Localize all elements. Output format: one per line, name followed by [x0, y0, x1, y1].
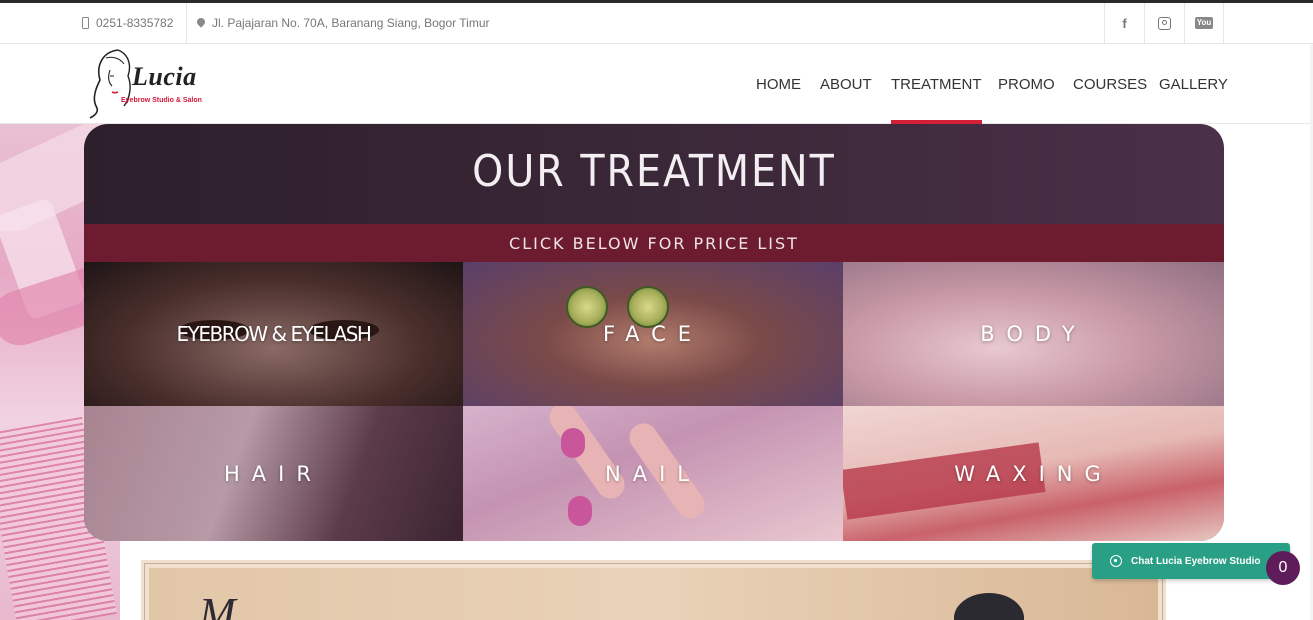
- logo-tagline: Eyebrow Studio & Salon: [121, 97, 202, 104]
- tile-waxing[interactable]: WAXING: [843, 406, 1224, 541]
- address-contact[interactable]: Jl. Pajajaran No. 70A, Baranang Siang, B…: [195, 3, 490, 43]
- instagram-icon: [1158, 16, 1171, 30]
- promo-script-text: M: [199, 589, 236, 620]
- tile-label: WAXING: [954, 461, 1113, 486]
- tile-label: BODY: [980, 322, 1087, 346]
- tile-hair[interactable]: HAIR: [84, 406, 463, 541]
- tile-body[interactable]: BODY: [843, 262, 1224, 406]
- tile-nail[interactable]: NAIL: [463, 406, 843, 541]
- site-header: Lucia Eyebrow Studio & Salon HOME ABOUT …: [0, 44, 1313, 124]
- facebook-icon: f: [1122, 15, 1127, 31]
- facebook-link[interactable]: f: [1104, 3, 1144, 43]
- treatment-panel: OUR TREATMENT CLICK BELOW FOR PRICE LIST…: [84, 124, 1224, 541]
- chat-notification-badge[interactable]: 0: [1266, 551, 1300, 585]
- promo-model-image: [954, 593, 1024, 620]
- nav-about[interactable]: ABOUT: [820, 44, 872, 124]
- whatsapp-icon: [1110, 555, 1122, 567]
- youtube-icon: You: [1194, 17, 1214, 29]
- phone-contact[interactable]: 0251-8335782: [82, 3, 187, 43]
- phone-number: 0251-8335782: [96, 16, 174, 30]
- nav-promo[interactable]: PROMO: [998, 44, 1055, 124]
- tile-label: FACE: [602, 322, 704, 346]
- chat-label: Chat Lucia Eyebrow Studio: [1131, 555, 1261, 567]
- youtube-link[interactable]: You: [1184, 3, 1224, 43]
- promo-banner[interactable]: M: [141, 560, 1166, 620]
- tile-label: HAIR: [224, 461, 323, 486]
- nav-treatment[interactable]: TREATMENT: [891, 44, 982, 124]
- phone-icon: [82, 17, 89, 29]
- whatsapp-chat-button[interactable]: Chat Lucia Eyebrow Studio: [1092, 543, 1290, 579]
- instagram-link[interactable]: [1144, 3, 1184, 43]
- logo[interactable]: Lucia Eyebrow Studio & Salon: [88, 46, 213, 122]
- tile-eyebrow-eyelash[interactable]: EYEBROW & EYELASH: [84, 262, 463, 406]
- map-pin-icon: [195, 16, 207, 28]
- tile-face[interactable]: FACE: [463, 262, 843, 406]
- nav-gallery[interactable]: GALLERY: [1159, 44, 1228, 124]
- nav-courses[interactable]: COURSES: [1073, 44, 1147, 124]
- treatment-title: OUR TREATMENT: [472, 146, 836, 197]
- logo-woman-illustration: [89, 49, 131, 119]
- tile-label: NAIL: [605, 461, 701, 486]
- address-text: Jl. Pajajaran No. 70A, Baranang Siang, B…: [212, 16, 490, 30]
- tile-label: EYEBROW & EYELASH: [176, 322, 372, 346]
- top-info-bar: 0251-8335782 Jl. Pajajaran No. 70A, Bara…: [0, 3, 1313, 44]
- nav-home[interactable]: HOME: [756, 44, 801, 124]
- logo-name: Lucia: [132, 62, 197, 91]
- price-list-banner: CLICK BELOW FOR PRICE LIST: [84, 224, 1224, 262]
